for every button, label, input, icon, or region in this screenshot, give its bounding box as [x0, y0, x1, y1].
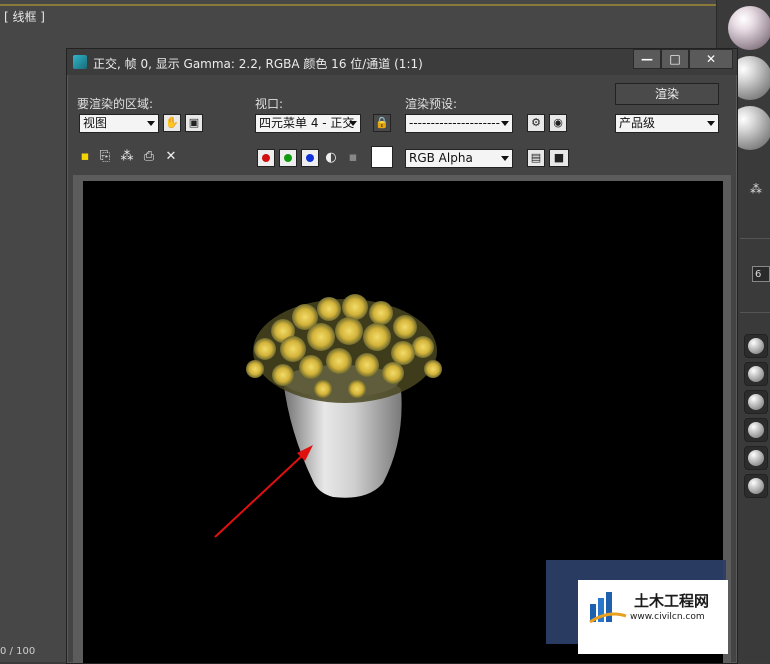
render-button[interactable]: 渲染	[615, 83, 719, 105]
material-slot-4[interactable]	[744, 418, 768, 442]
watermark-url: www.civilcn.com	[630, 612, 705, 622]
quality-value: 产品级	[619, 116, 656, 130]
render-area-value: 视图	[83, 116, 108, 130]
material-slot-3[interactable]	[744, 390, 768, 414]
chevron-down-icon	[501, 121, 509, 126]
chevron-down-icon	[707, 121, 715, 126]
annotation-arrow	[214, 452, 306, 538]
toggle-ui-overlay-icon[interactable]: ▤	[527, 149, 545, 167]
print-icon[interactable]: ⎙	[141, 149, 157, 165]
blue-channel-icon	[306, 154, 314, 162]
environment-icon[interactable]: ◉	[549, 114, 567, 132]
red-channel-icon	[262, 154, 270, 162]
alpha-channel-icon[interactable]: ◐	[323, 150, 339, 166]
channel-display-dropdown[interactable]: RGB Alpha	[405, 149, 513, 168]
panel-divider	[740, 238, 770, 239]
render-preset-dropdown[interactable]: ---------------------	[405, 114, 513, 133]
civilcn-logo-icon	[589, 592, 627, 624]
clone-icon[interactable]: ⁂	[119, 149, 135, 165]
app-icon	[73, 55, 87, 69]
auto-region-icon[interactable]: ▣	[185, 114, 203, 132]
blue-channel-button[interactable]	[301, 149, 319, 167]
color-swatch[interactable]	[371, 146, 393, 168]
chevron-down-icon	[349, 121, 357, 126]
close-button[interactable]: ✕	[689, 49, 733, 69]
render-preset-label: 渲染预设:	[405, 97, 458, 111]
panel-divider	[740, 312, 770, 313]
viewport-label[interactable]: [ 线框 ]	[4, 8, 45, 25]
green-channel-button[interactable]	[279, 149, 297, 167]
material-slot-2[interactable]	[744, 362, 768, 386]
copy-icon[interactable]: ⎘	[97, 149, 113, 165]
edit-region-icon[interactable]: ✋	[163, 114, 181, 132]
watermark-box: 土木工程网 www.civilcn.com	[578, 580, 728, 654]
panel-number-field[interactable]: 6	[752, 266, 770, 282]
red-channel-button[interactable]	[257, 149, 275, 167]
minimize-button[interactable]: —	[633, 49, 661, 69]
material-slot-1[interactable]	[744, 334, 768, 358]
material-slot-5[interactable]	[744, 446, 768, 470]
green-channel-icon	[284, 154, 292, 162]
chevron-down-icon	[147, 121, 155, 126]
render-preset-value: ---------------------	[409, 116, 500, 130]
sphere-options-icon[interactable]: ⁂	[750, 182, 764, 196]
material-sphere-1[interactable]	[728, 6, 770, 50]
toggle-ui-icon[interactable]: ■	[549, 149, 569, 167]
frame-counter: 0 / 100	[0, 646, 36, 657]
render-area-dropdown[interactable]: 视图	[79, 114, 159, 133]
viewport-label: 视口:	[255, 97, 284, 111]
viewport-value: 四元菜单 4 - 正交	[259, 116, 355, 130]
window-title: 正交, 帧 0, 显示 Gamma: 2.2, RGBA 颜色 16 位/通道 …	[93, 57, 423, 71]
monochrome-icon[interactable]: ▪	[345, 150, 361, 166]
viewport-border	[0, 4, 716, 6]
chevron-down-icon	[501, 156, 509, 161]
maximize-button[interactable]: □	[661, 49, 689, 69]
render-area-label: 要渲染的区域:	[77, 97, 154, 111]
material-slot-6[interactable]	[744, 474, 768, 498]
save-icon[interactable]: ▪	[77, 149, 93, 165]
window-titlebar[interactable]: 正交, 帧 0, 显示 Gamma: 2.2, RGBA 颜色 16 位/通道 …	[67, 49, 737, 75]
watermark: 土木工程网 www.civilcn.com	[546, 560, 728, 654]
watermark-title: 土木工程网	[634, 592, 710, 610]
clear-icon[interactable]: ✕	[163, 149, 179, 165]
lock-icon[interactable]: 🔒	[373, 114, 391, 132]
channel-display-value: RGB Alpha	[409, 151, 473, 165]
quality-dropdown[interactable]: 产品级	[615, 114, 719, 133]
render-setup-icon[interactable]: ⚙	[527, 114, 545, 132]
viewport-dropdown[interactable]: 四元菜单 4 - 正交	[255, 114, 361, 133]
